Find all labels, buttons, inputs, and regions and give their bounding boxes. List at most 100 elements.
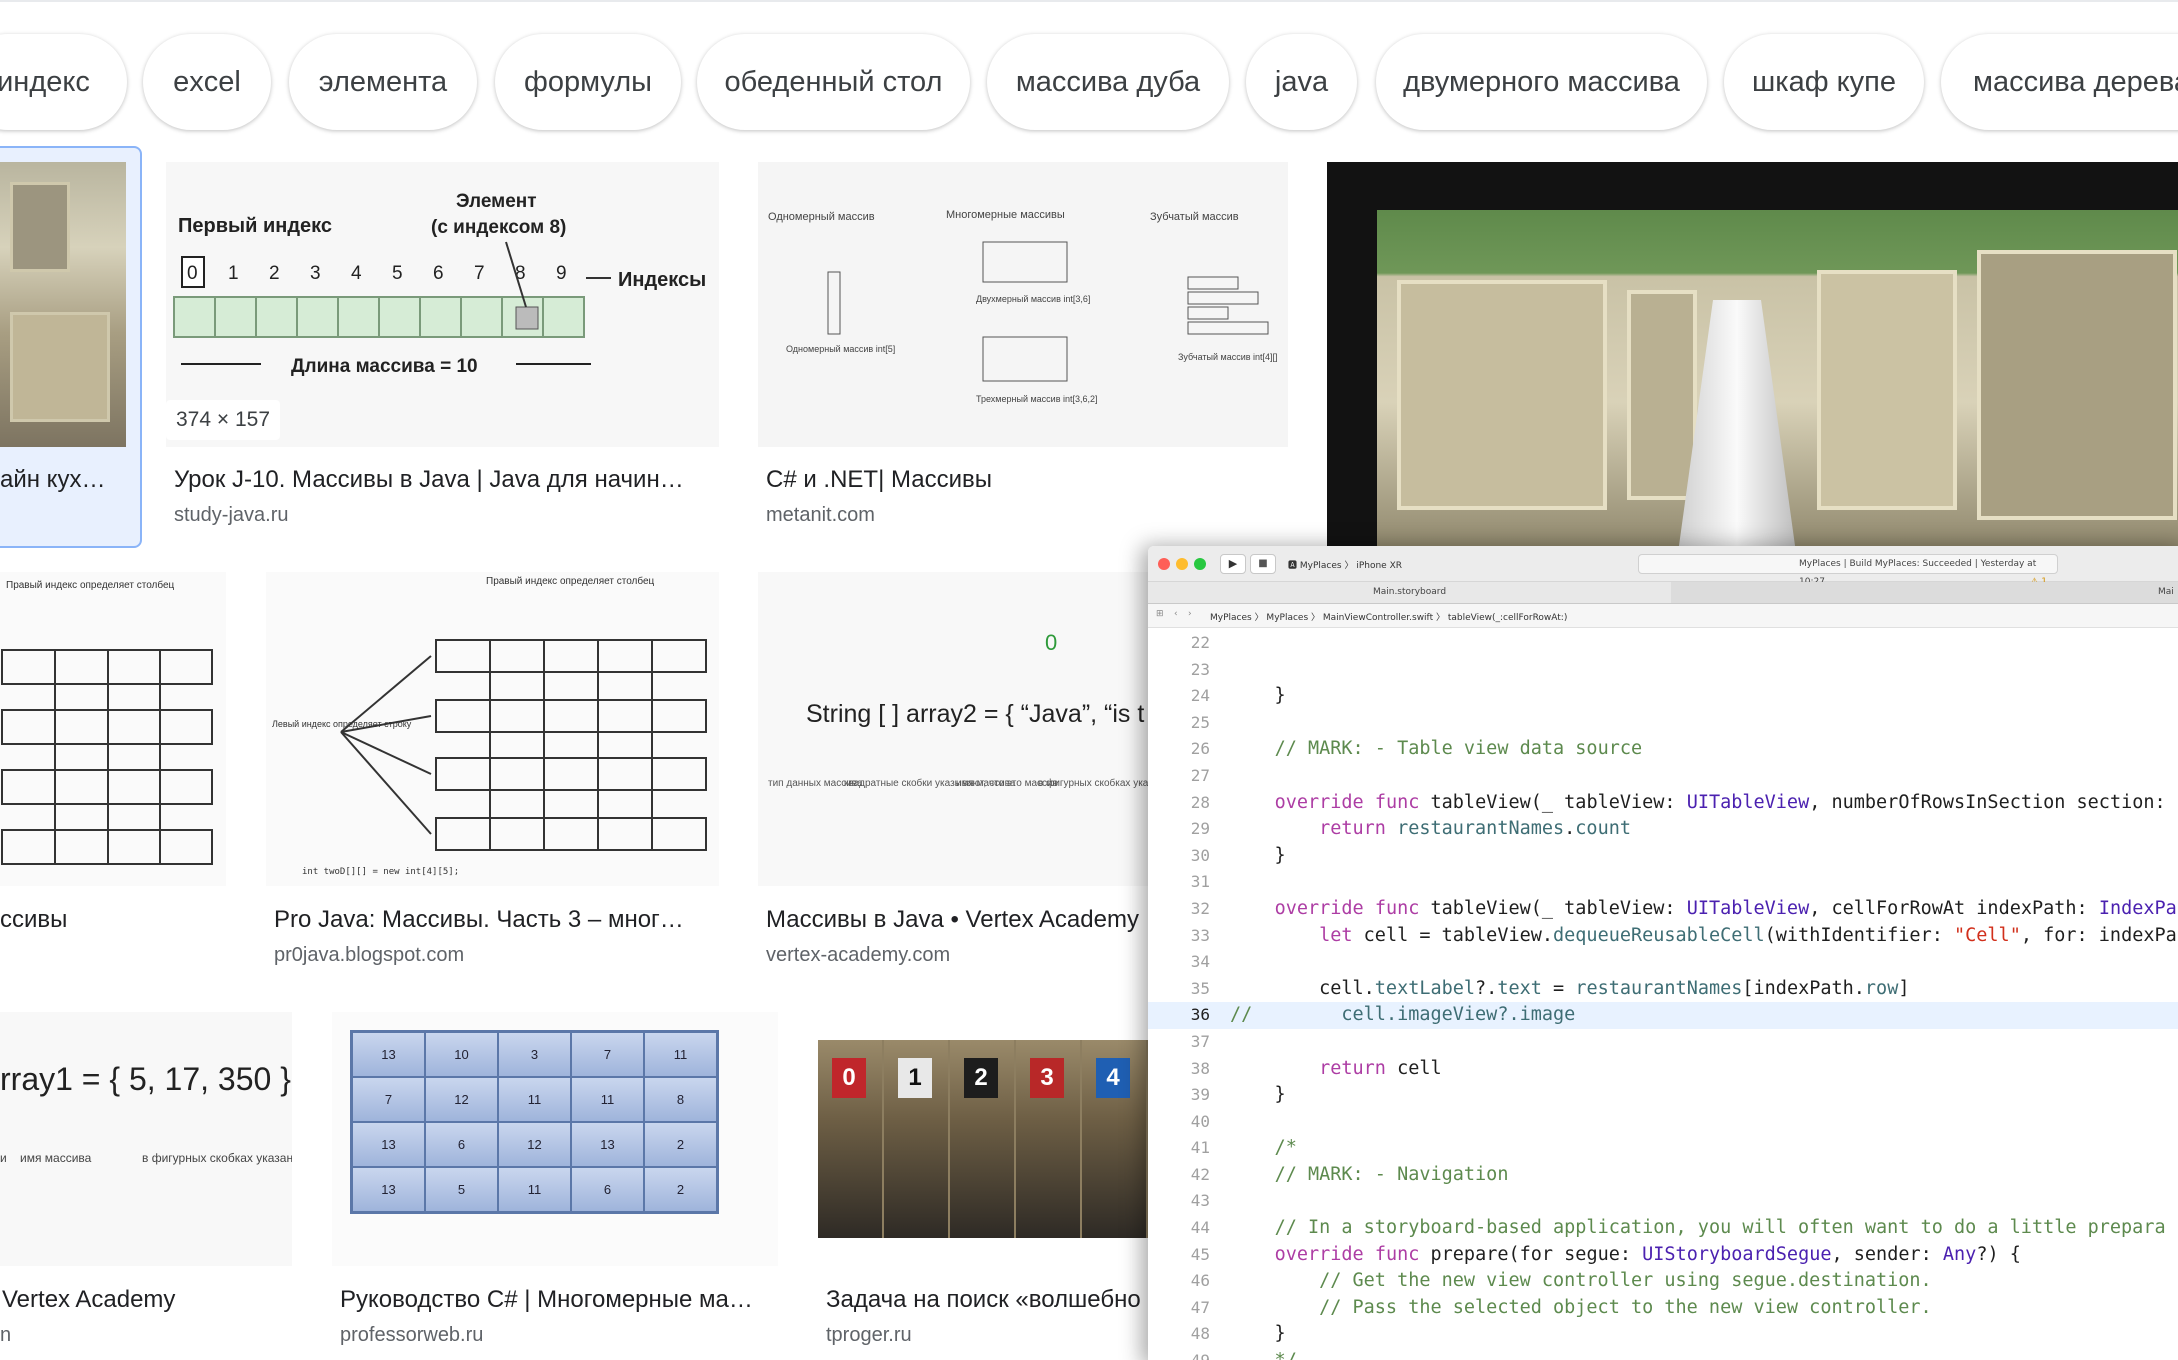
line-number[interactable]: 45 (1148, 1242, 1210, 1269)
zoom-window-icon[interactable] (1194, 558, 1206, 570)
result-source[interactable]: pr0java.blogspot.com (274, 944, 464, 967)
code-text[interactable]: // cell.imageView?.image (1230, 1002, 1575, 1029)
code-text[interactable]: */ (1230, 1348, 1297, 1360)
code-line[interactable]: 45 override func prepare(for segue: UISt… (1148, 1242, 2178, 1269)
code-line[interactable]: 30 } (1148, 843, 2178, 870)
result-title[interactable]: Урок J-10. Массивы в Java | Java для нач… (174, 466, 719, 494)
result-title[interactable]: айн кух… (0, 466, 122, 494)
line-number[interactable]: 33 (1148, 923, 1210, 950)
jump-bar[interactable]: ⊞ ‹ › MyPlaces 〉 MyPlaces 〉 MainViewCont… (1148, 604, 2178, 628)
line-number[interactable]: 22 (1148, 630, 1210, 657)
chip-wardrobe[interactable]: шкаф купе (1724, 34, 1924, 130)
line-number[interactable]: 48 (1148, 1321, 1210, 1348)
line-number[interactable]: 34 (1148, 949, 1210, 976)
related-items-icon[interactable]: ⊞ (1156, 609, 1164, 619)
code-text[interactable]: } (1230, 1082, 1286, 1109)
code-line[interactable]: 48 } (1148, 1321, 2178, 1348)
2d-array-thumbnail[interactable]: Правый индекс определяет столбец (0, 572, 226, 886)
code-line[interactable]: 41 /* (1148, 1135, 2178, 1162)
code-line[interactable]: 46 // Get the new view controller using … (1148, 1268, 2178, 1295)
tab-main-storyboard[interactable]: Main.storyboard (1148, 582, 1671, 603)
code-line[interactable]: 26 // MARK: - Table view data source (1148, 736, 2178, 763)
code-line[interactable]: 43 (1148, 1188, 2178, 1215)
close-window-icon[interactable] (1158, 558, 1170, 570)
line-number[interactable]: 44 (1148, 1215, 1210, 1242)
line-number[interactable]: 24 (1148, 683, 1210, 710)
line-number[interactable]: 35 (1148, 976, 1210, 1003)
result-title[interactable]: Pro Java: Массивы. Часть 3 – мног… (274, 906, 718, 934)
code-line[interactable]: 33 let cell = tableView.dequeueReusableC… (1148, 923, 2178, 950)
code-line[interactable]: 39 } (1148, 1082, 2178, 1109)
result-title[interactable]: Задача на поиск «волшебно (826, 1286, 1148, 1314)
line-number[interactable]: 28 (1148, 790, 1210, 817)
code-line[interactable]: 31 (1148, 869, 2178, 896)
result-source[interactable]: vertex-academy.com (766, 944, 950, 967)
code-line[interactable]: 25 (1148, 710, 2178, 737)
result-source[interactable]: metanit.com (766, 504, 875, 527)
code-line[interactable]: 27 (1148, 763, 2178, 790)
code-text[interactable]: } (1230, 843, 1286, 870)
code-line[interactable]: 38 return cell (1148, 1056, 2178, 1083)
result-title[interactable]: C# и .NET| Массивы (766, 466, 1286, 494)
code-line[interactable]: 47 // Pass the selected object to the ne… (1148, 1295, 2178, 1322)
result-source[interactable]: n (0, 1324, 11, 1347)
code-text[interactable]: override func tableView(_ tableView: UIT… (1230, 790, 2178, 817)
chip-oak[interactable]: массива дуба (987, 34, 1229, 130)
chip-dining-table[interactable]: обеденный стол (697, 34, 970, 130)
line-number[interactable]: 25 (1148, 710, 1210, 737)
code-text[interactable]: cell.textLabel?.text = restaurantNames[i… (1230, 976, 1909, 1003)
kitchen-photo-thumbnail[interactable] (1327, 162, 2178, 552)
xcode-window[interactable]: ▶ ■ 🅰 MyPlaces 〉 iPhone XR MyPlaces | Bu… (1148, 546, 2178, 1360)
line-number[interactable]: 49 (1148, 1348, 1210, 1360)
chip-excel[interactable]: excel (143, 34, 271, 130)
line-number[interactable]: 37 (1148, 1029, 1210, 1056)
line-number[interactable]: 31 (1148, 869, 1210, 896)
code-line[interactable]: 23 (1148, 657, 2178, 684)
code-text[interactable]: // Get the new view controller using seg… (1230, 1268, 1932, 1295)
result-title[interactable]: Массивы в Java • Vertex Academy (766, 906, 1156, 934)
code-text[interactable]: // MARK: - Navigation (1230, 1162, 1509, 1189)
code-text[interactable]: return cell (1230, 1056, 1442, 1083)
line-number[interactable]: 41 (1148, 1135, 1210, 1162)
line-number[interactable]: 42 (1148, 1162, 1210, 1189)
jump-bar-path[interactable]: MyPlaces 〉 MyPlaces 〉 MainViewController… (1210, 610, 1567, 623)
line-number[interactable]: 23 (1148, 657, 1210, 684)
code-text[interactable]: override func tableView(_ tableView: UIT… (1230, 896, 2177, 923)
result-title[interactable]: Руководство C# | Многомерные ма… (340, 1286, 774, 1314)
run-button[interactable]: ▶ (1220, 554, 1246, 574)
line-number[interactable]: 30 (1148, 843, 1210, 870)
line-number[interactable]: 32 (1148, 896, 1210, 923)
line-number[interactable]: 26 (1148, 736, 1210, 763)
chip-java[interactable]: java (1246, 34, 1357, 130)
code-text[interactable]: } (1230, 1321, 1286, 1348)
multidim-grid-thumbnail[interactable]: 13 10 3 7 11 7 12 11 11 8 13 6 12 13 2 13 5 11 6 2 (332, 1012, 778, 1266)
code-text[interactable]: let cell = tableView.dequeueReusableCell… (1230, 923, 2177, 950)
code-line[interactable]: 28 override func tableView(_ tableView: … (1148, 790, 2178, 817)
code-line[interactable]: 49 */ (1148, 1348, 2178, 1360)
code-editor[interactable]: 22 23 24 } 25 26 // MARK: - Table view data … (1148, 630, 2178, 1360)
line-number[interactable]: 47 (1148, 1295, 1210, 1322)
minimize-window-icon[interactable] (1176, 558, 1188, 570)
chip-solid-wood[interactable]: массива дерева (1941, 34, 2178, 130)
code-line[interactable]: 22 (1148, 630, 2178, 657)
result-source[interactable]: tproger.ru (826, 1324, 912, 1347)
code-line[interactable]: 42 // MARK: - Navigation (1148, 1162, 2178, 1189)
vertex-array-thumbnail[interactable]: 0 String [ ] array2 = { “Java”, “is t ти… (758, 572, 1158, 886)
code-text[interactable]: } (1230, 683, 1286, 710)
code-line[interactable]: 32 override func tableView(_ tableView: … (1148, 896, 2178, 923)
csharp-array-thumbnail[interactable]: Одномерный массив Многомерные массивы Зу… (758, 162, 1288, 447)
line-number[interactable]: 40 (1148, 1109, 1210, 1136)
code-text[interactable]: /* (1230, 1135, 1297, 1162)
chip-2d-array[interactable]: двумерного массива (1376, 34, 1707, 130)
code-line[interactable]: 35 cell.textLabel?.text = restaurantName… (1148, 976, 2178, 1003)
code-text[interactable]: // Pass the selected object to the new v… (1230, 1295, 1932, 1322)
line-number[interactable]: 27 (1148, 763, 1210, 790)
code-line[interactable]: 29 return restaurantNames.count (1148, 816, 2178, 843)
line-number[interactable]: 38 (1148, 1056, 1210, 1083)
line-number[interactable]: 43 (1148, 1188, 1210, 1215)
result-source[interactable]: study-java.ru (174, 504, 289, 527)
cats-boxes-thumbnail[interactable]: 01234 (818, 1040, 1148, 1238)
code-text[interactable]: override func prepare(for segue: UIStory… (1230, 1242, 2021, 1269)
stop-button[interactable]: ■ (1250, 554, 1276, 574)
code-text[interactable]: // In a storyboard-based application, yo… (1230, 1215, 2166, 1242)
